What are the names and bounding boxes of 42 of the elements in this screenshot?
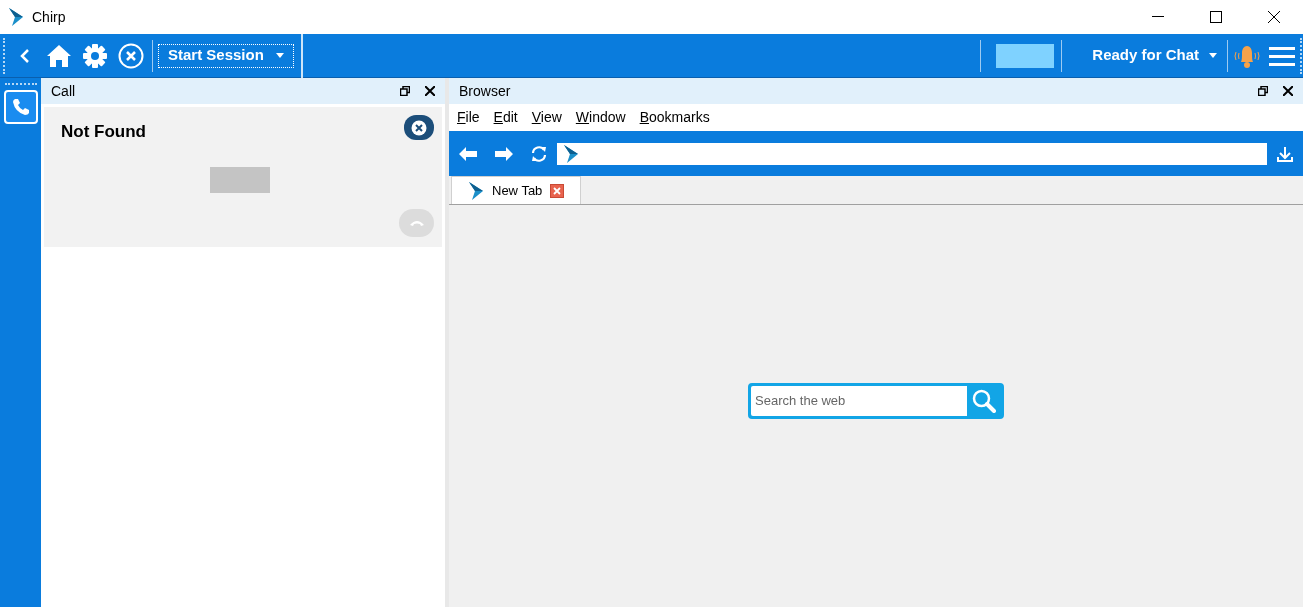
restore-icon[interactable] [1258,86,1268,96]
home-button[interactable] [46,43,72,68]
forward-button[interactable] [495,146,513,161]
app-logo-icon [8,7,24,27]
menu-item[interactable]: View [531,107,562,128]
back-button[interactable] [20,47,30,64]
tab-label: New Tab [492,181,543,200]
image-placeholder [210,167,270,193]
menu-item[interactable]: File [457,107,480,128]
cancel-button[interactable] [118,42,144,69]
phone-button[interactable] [3,90,38,124]
back-button[interactable] [459,146,477,161]
phone-icon [11,98,30,116]
status-indicator [996,43,1055,68]
session-dropdown[interactable]: Start Session [158,43,294,68]
menu-item[interactable]: Window [575,107,626,128]
close-icon [1268,11,1280,23]
bird-logo-icon [563,143,579,164]
bird-logo-icon [468,180,484,201]
menu-button[interactable] [1269,45,1295,66]
status-dropdown[interactable]: Ready for Chat [1092,44,1217,67]
search-field[interactable]: Search the web [751,386,967,416]
close-icon [411,119,427,136]
minimize-icon [1152,16,1164,18]
menu-item[interactable]: Bookmarks [639,107,710,128]
caret-icon [275,53,284,58]
download-button[interactable] [1277,145,1293,162]
restore-icon[interactable] [400,86,410,96]
refresh-button[interactable] [531,145,547,162]
panel-title: Browser [459,81,511,101]
close-icon[interactable] [1283,86,1293,96]
hang-up-icon [408,219,425,227]
close-icon[interactable] [425,86,435,96]
address-bar[interactable] [557,142,1267,165]
card-title: Not Found [61,121,146,143]
window-title: Chirp [32,7,66,27]
maximize-icon [1210,11,1222,23]
browser-tab[interactable]: New Tab [451,176,582,204]
menu-item[interactable]: Edit [493,107,518,128]
close-button[interactable] [404,115,434,140]
caret-icon [1209,53,1217,58]
panel-title: Call [51,81,76,101]
